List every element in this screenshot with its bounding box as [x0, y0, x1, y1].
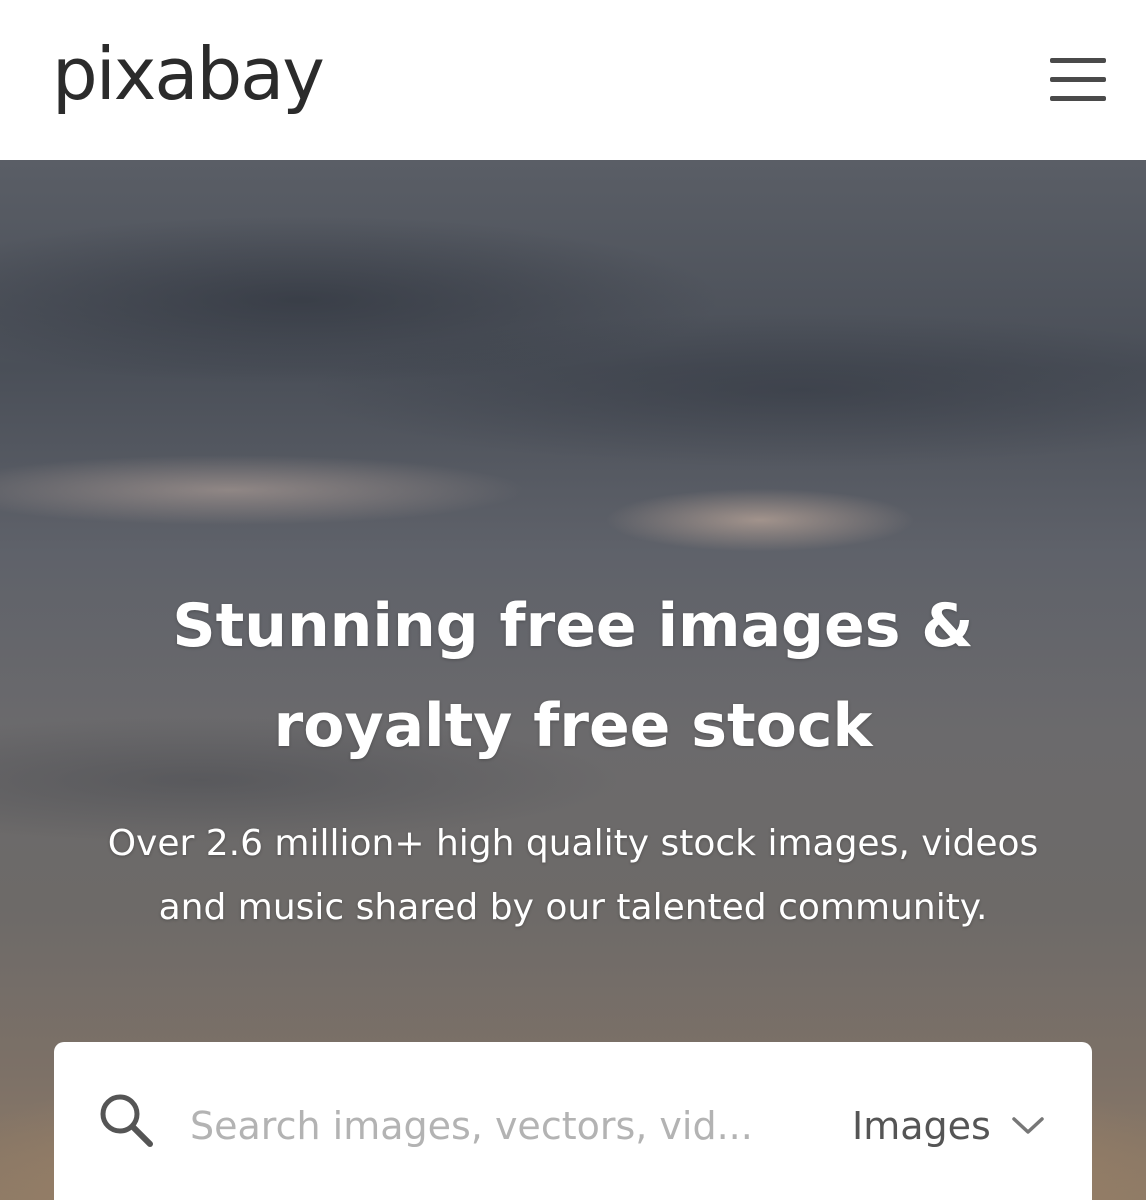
chevron-down-icon	[1012, 1117, 1044, 1134]
media-type-select[interactable]: Images	[852, 1094, 1045, 1158]
media-type-label: Images	[852, 1104, 991, 1148]
hero-title-line2: royalty free stock	[273, 691, 873, 761]
hero-subtitle: Over 2.6 million+ high quality stock ima…	[40, 812, 1106, 940]
search-icon[interactable]	[96, 1090, 156, 1150]
search-input[interactable]	[190, 1094, 810, 1158]
hero-title-line1: Stunning free images &	[172, 591, 974, 661]
hero-subtitle-line2: and music shared by our talented communi…	[158, 887, 988, 928]
menu-bar	[1050, 96, 1106, 101]
hero-title: Stunning free images & royalty free stoc…	[0, 576, 1146, 776]
pixabay-logo[interactable]: pixabay	[52, 34, 325, 114]
menu-bar	[1050, 77, 1106, 82]
menu-bar	[1050, 58, 1106, 63]
search-bar: Images	[54, 1042, 1092, 1200]
hero-subtitle-line1: Over 2.6 million+ high quality stock ima…	[107, 823, 1039, 864]
top-header: pixabay	[0, 0, 1146, 160]
hamburger-menu-icon[interactable]	[1050, 58, 1108, 104]
hero-banner: Stunning free images & royalty free stoc…	[0, 160, 1146, 1200]
